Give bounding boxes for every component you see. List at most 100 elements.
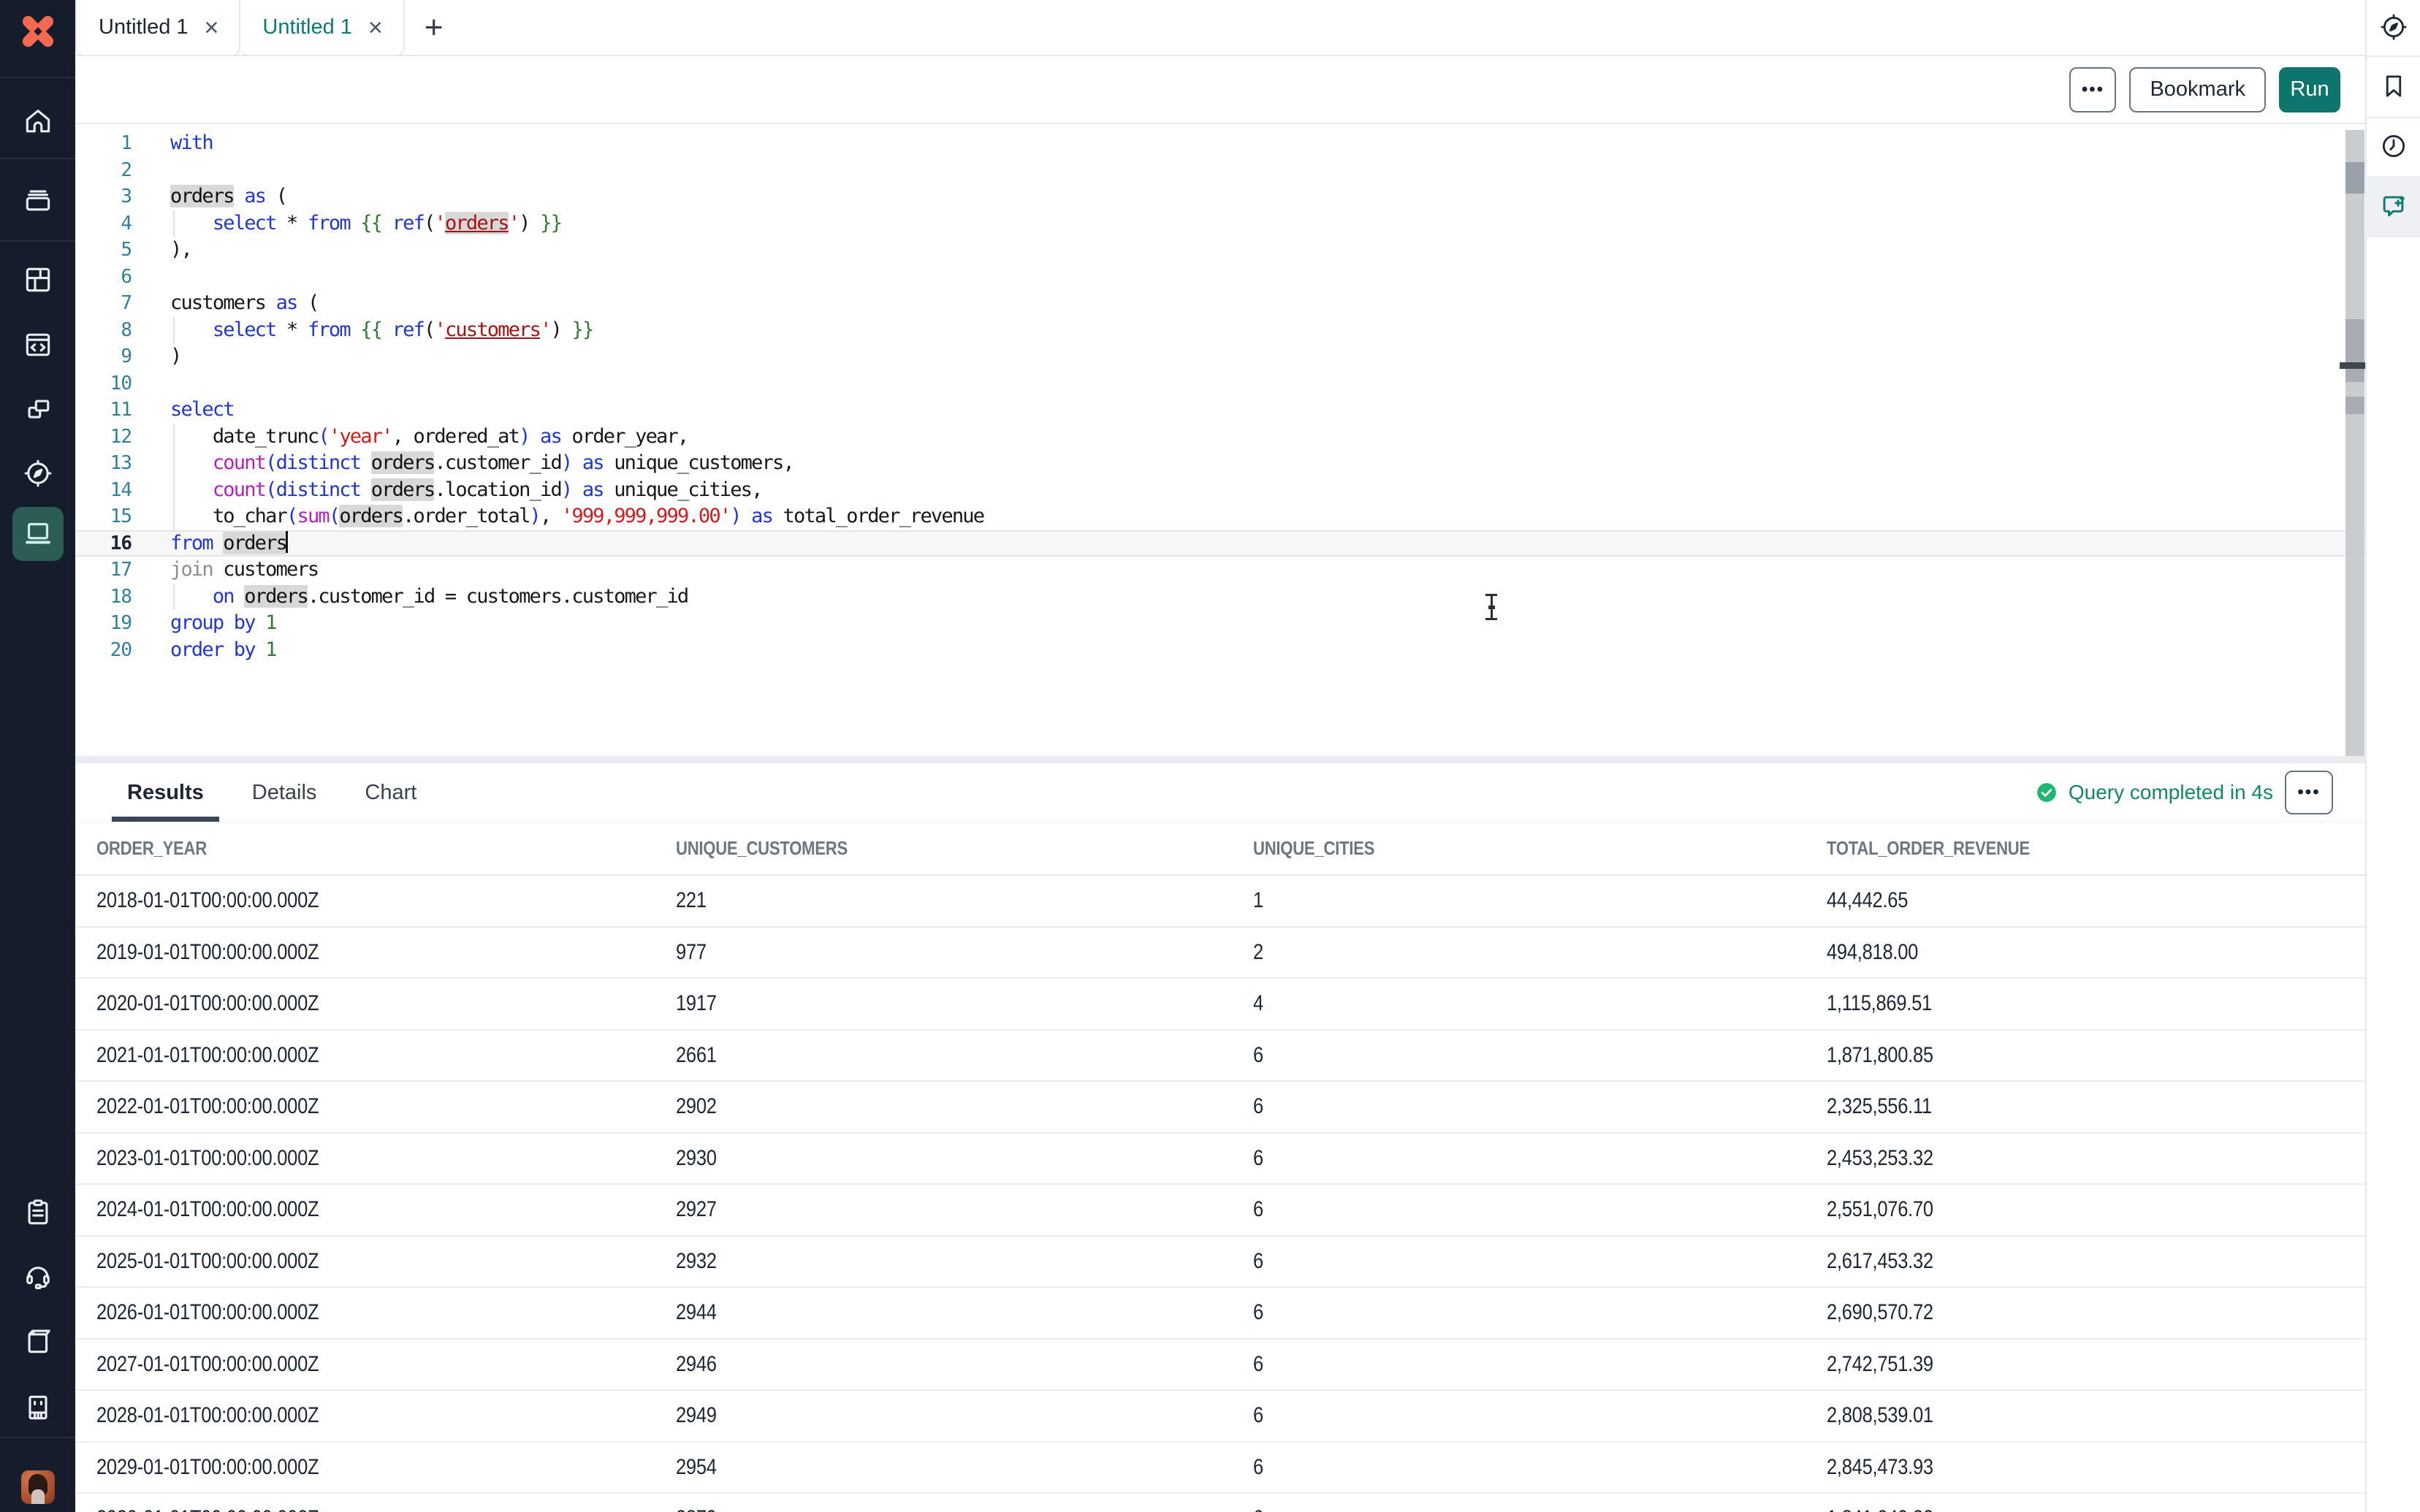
line-number: 8	[75, 317, 132, 344]
code-line[interactable]: 19group by 1	[75, 610, 2365, 637]
table-cell: 2025-01-01T00:00:00.000Z	[96, 1249, 676, 1274]
code-line[interactable]: 14 count(distinct orders.location_id) as…	[75, 477, 2365, 504]
line-number: 15	[75, 503, 132, 530]
code-token: from	[308, 318, 350, 341]
table-cell: 6	[1253, 1352, 1827, 1377]
code-line[interactable]: 13 count(distinct orders.customer_id) as…	[75, 450, 2365, 477]
results-tabs: Results Details Chart	[112, 763, 449, 822]
code-line[interactable]: 18 on orders.customer_id = customers.cus…	[75, 584, 2365, 611]
code-token: (	[265, 451, 275, 474]
sidebar-item-data-drawer[interactable]	[21, 183, 55, 217]
table-row: 2023-01-01T00:00:00.000Z293062,453,253.3…	[75, 1134, 2365, 1185]
code-token	[255, 638, 265, 661]
code-token: )	[561, 451, 571, 474]
line-number: 13	[75, 450, 132, 477]
code-token: '	[540, 318, 550, 341]
code-token: )	[170, 345, 180, 367]
code-line[interactable]: 9)	[75, 343, 2365, 370]
code-line[interactable]: 11select	[75, 397, 2365, 424]
table-cell: 44,442.65	[1827, 888, 2365, 913]
results-tab-chart[interactable]: Chart	[349, 763, 432, 822]
table-row: 2022-01-01T00:00:00.000Z290262,325,556.1…	[75, 1082, 2365, 1134]
code-token: (	[286, 505, 297, 527]
sidebar-item-docs[interactable]	[21, 1324, 55, 1358]
code-line[interactable]: 4 select * from {{ ref('orders') }}	[75, 210, 2365, 237]
table-cell: 4	[1253, 991, 1827, 1016]
results-more-button[interactable]: •••	[2285, 771, 2333, 814]
column-header-label: ORDER_YEAR	[96, 837, 207, 860]
cell-value: 6	[1253, 1094, 1263, 1119]
sql-editor[interactable]: 1with23orders as (4 select * from {{ ref…	[75, 124, 2365, 756]
code-token: orders	[371, 478, 435, 501]
code-line[interactable]: 5),	[75, 237, 2365, 264]
scrollbar-thumb[interactable]	[2345, 162, 2364, 194]
cell-value: 2	[1253, 940, 1263, 965]
code-line[interactable]: 6	[75, 264, 2365, 291]
sidebar-item-support[interactable]	[21, 1259, 55, 1293]
table-cell: 2021-01-01T00:00:00.000Z	[96, 1043, 676, 1068]
code-token: from	[170, 532, 213, 554]
tab-close-icon[interactable]: ×	[368, 15, 383, 40]
laptop-icon	[21, 517, 55, 551]
code-line[interactable]: 16from orders	[75, 530, 2365, 557]
code-line[interactable]: 12 date_trunc('year', ordered_at) as ord…	[75, 424, 2365, 451]
sidebar-item-discover[interactable]	[21, 457, 55, 490]
tab-close-icon[interactable]: ×	[205, 15, 219, 40]
results-tab-details[interactable]: Details	[237, 763, 332, 822]
code-token: as	[751, 505, 772, 527]
results-tab-results[interactable]: Results	[112, 763, 219, 822]
cell-value: 1917	[676, 991, 717, 1016]
sidebar-item-code-editor[interactable]	[21, 328, 55, 362]
sidebar-item-dashboards[interactable]	[21, 263, 55, 297]
column-header[interactable]: UNIQUE_CUSTOMERS	[676, 837, 1253, 860]
code-token	[213, 532, 223, 554]
right-sidebar-item-ai-assistant[interactable]	[2366, 176, 2420, 236]
new-tab-button[interactable]: +	[405, 0, 463, 55]
sidebar-item-lineage[interactable]	[21, 393, 55, 427]
cell-value: 2930	[676, 1146, 717, 1171]
code-token: '	[435, 318, 445, 341]
table-cell: 2028-01-01T00:00:00.000Z	[96, 1403, 676, 1428]
right-sidebar-item-bookmarks[interactable]	[2378, 71, 2409, 102]
table-row: 2026-01-01T00:00:00.000Z294462,690,570.7…	[75, 1288, 2365, 1340]
code-line[interactable]: 2	[75, 157, 2365, 184]
right-sidebar-item-history[interactable]	[2378, 131, 2409, 161]
code-line[interactable]: 10	[75, 370, 2365, 397]
right-sidebar-item-discover[interactable]	[2378, 12, 2409, 42]
results-table-header: ORDER_YEAR UNIQUE_CUSTOMERSUNIQUE_CITIEST…	[75, 822, 2365, 876]
column-header[interactable]: TOTAL_ORDER_REVENUE	[1827, 837, 2365, 860]
column-header[interactable]: ORDER_YEAR	[96, 837, 676, 860]
user-avatar[interactable]	[21, 1470, 55, 1504]
line-number: 6	[75, 264, 132, 291]
sidebar-item-organization[interactable]	[21, 1391, 55, 1424]
code-line[interactable]: 8 select * from {{ ref('customers') }}	[75, 317, 2365, 344]
code-line[interactable]: 3orders as (	[75, 183, 2365, 210]
editor-tab[interactable]: Untitled 1×	[240, 0, 404, 56]
compass-icon	[2378, 12, 2409, 42]
panel-splitter[interactable]	[75, 756, 2365, 763]
more-options-button[interactable]: •••	[2069, 67, 2116, 112]
code-token: order by	[170, 638, 255, 661]
cell-value: 2019-01-01T00:00:00.000Z	[96, 940, 319, 965]
column-header-label: TOTAL_ORDER_REVENUE	[1827, 837, 2030, 860]
code-token	[276, 318, 286, 341]
sidebar-item-workbench-active[interactable]	[12, 507, 64, 561]
run-button[interactable]: Run	[2279, 67, 2340, 112]
app-logo[interactable]	[21, 15, 55, 48]
editor-scrollbar[interactable]	[2345, 130, 2364, 756]
cell-value: 2879	[676, 1506, 717, 1512]
code-line[interactable]: 15 to_char(sum(orders.order_total), '999…	[75, 503, 2365, 530]
code-line[interactable]: 17join customers	[75, 557, 2365, 584]
code-line[interactable]: 1with	[75, 130, 2365, 157]
sidebar-item-changelog[interactable]	[21, 1196, 55, 1229]
table-cell: 6	[1253, 1300, 1827, 1325]
linked-windows-icon	[22, 394, 54, 426]
editor-tab[interactable]: Untitled 1×	[75, 0, 240, 56]
code-line[interactable]: 7customers as (	[75, 290, 2365, 317]
bookmark-button[interactable]: Bookmark	[2129, 67, 2266, 112]
code-line[interactable]: 20order by 1	[75, 637, 2365, 664]
column-header[interactable]: UNIQUE_CITIES	[1253, 837, 1827, 860]
line-number: 17	[75, 557, 132, 584]
sidebar-item-home[interactable]	[21, 104, 55, 138]
code-lines: 1with23orders as (4 select * from {{ ref…	[75, 130, 2365, 663]
